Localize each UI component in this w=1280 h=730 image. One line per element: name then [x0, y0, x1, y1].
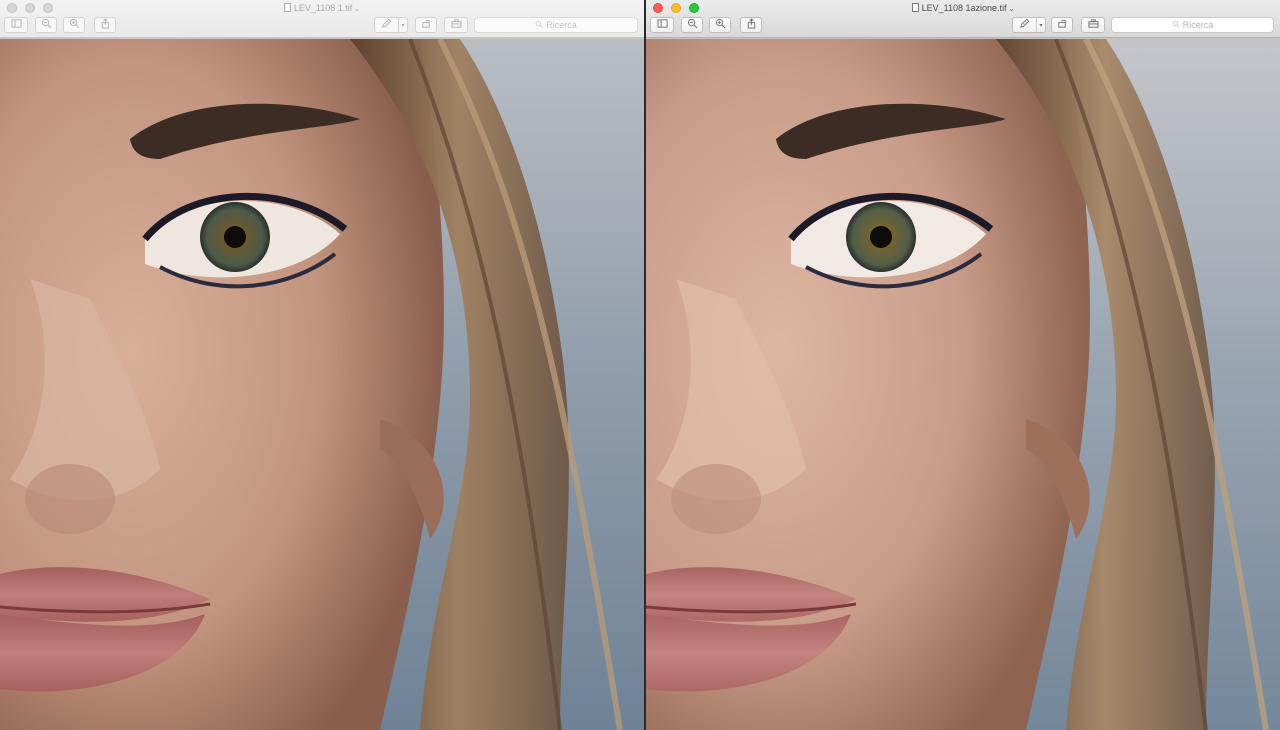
markup-button[interactable]: ▾ — [1012, 17, 1046, 33]
toolbox-button[interactable] — [1081, 17, 1105, 33]
sidebar-icon — [10, 16, 22, 34]
sidebar-button[interactable] — [4, 17, 28, 33]
sidebar-button[interactable] — [650, 17, 674, 33]
chevron-down-icon[interactable]: ▾ — [398, 18, 407, 32]
window-title-text: LEV_1108 1.tif — [293, 3, 353, 13]
toolbox-button[interactable] — [444, 17, 468, 33]
share-button[interactable] — [740, 17, 762, 33]
toolbox-icon — [1087, 16, 1099, 34]
search-icon — [535, 20, 543, 30]
zoom-out-button[interactable] — [681, 17, 703, 33]
document-image[interactable] — [0, 39, 644, 730]
titlebar[interactable]: LEV_1108 1.tif ⌄ ▾ Ricerca — [0, 0, 644, 38]
zoom-out-icon — [41, 16, 52, 34]
document-icon — [911, 3, 919, 12]
share-icon — [100, 16, 111, 34]
toolbox-icon — [450, 16, 462, 34]
chevron-down-icon: ⌄ — [1008, 6, 1015, 13]
markup-button[interactable]: ▾ — [374, 17, 408, 33]
rotate-button[interactable] — [1051, 17, 1073, 33]
window-title-text: LEV_1108 1azione.tif — [921, 3, 1007, 13]
share-button[interactable] — [94, 17, 116, 33]
document-image[interactable] — [646, 39, 1280, 730]
sidebar-icon — [656, 16, 668, 34]
rotate-icon — [421, 16, 432, 34]
zoom-in-button[interactable] — [709, 17, 731, 33]
chevron-down-icon: ⌄ — [354, 6, 361, 13]
search-placeholder: Ricerca — [1182, 20, 1214, 30]
rotate-button[interactable] — [415, 17, 437, 33]
search-field[interactable]: Ricerca — [1111, 17, 1274, 33]
chevron-down-icon[interactable]: ▾ — [1036, 18, 1045, 32]
portrait-image — [646, 39, 1280, 730]
zoom-in-icon — [715, 16, 726, 34]
share-icon — [746, 16, 757, 34]
search-placeholder: Ricerca — [546, 20, 577, 30]
portrait-image — [0, 39, 644, 730]
preview-window-right[interactable]: LEV_1108 1azione.tif ⌄ ▾ Ricerca — [646, 0, 1280, 730]
window-title[interactable]: LEV_1108 1azione.tif ⌄ — [646, 2, 1280, 16]
markup-pen-icon — [381, 16, 392, 34]
markup-pen-icon — [1019, 16, 1030, 34]
preview-window-left[interactable]: LEV_1108 1.tif ⌄ ▾ Ricerca — [0, 0, 644, 730]
search-icon — [1172, 20, 1180, 30]
zoom-in-button[interactable] — [63, 17, 85, 33]
titlebar[interactable]: LEV_1108 1azione.tif ⌄ ▾ Ricerca — [646, 0, 1280, 38]
zoom-out-button[interactable] — [35, 17, 57, 33]
zoom-out-icon — [687, 16, 698, 34]
search-field[interactable]: Ricerca — [474, 17, 638, 33]
window-title[interactable]: LEV_1108 1.tif ⌄ — [0, 2, 644, 16]
rotate-icon — [1057, 16, 1068, 34]
document-icon — [283, 3, 291, 12]
zoom-in-icon — [69, 16, 80, 34]
